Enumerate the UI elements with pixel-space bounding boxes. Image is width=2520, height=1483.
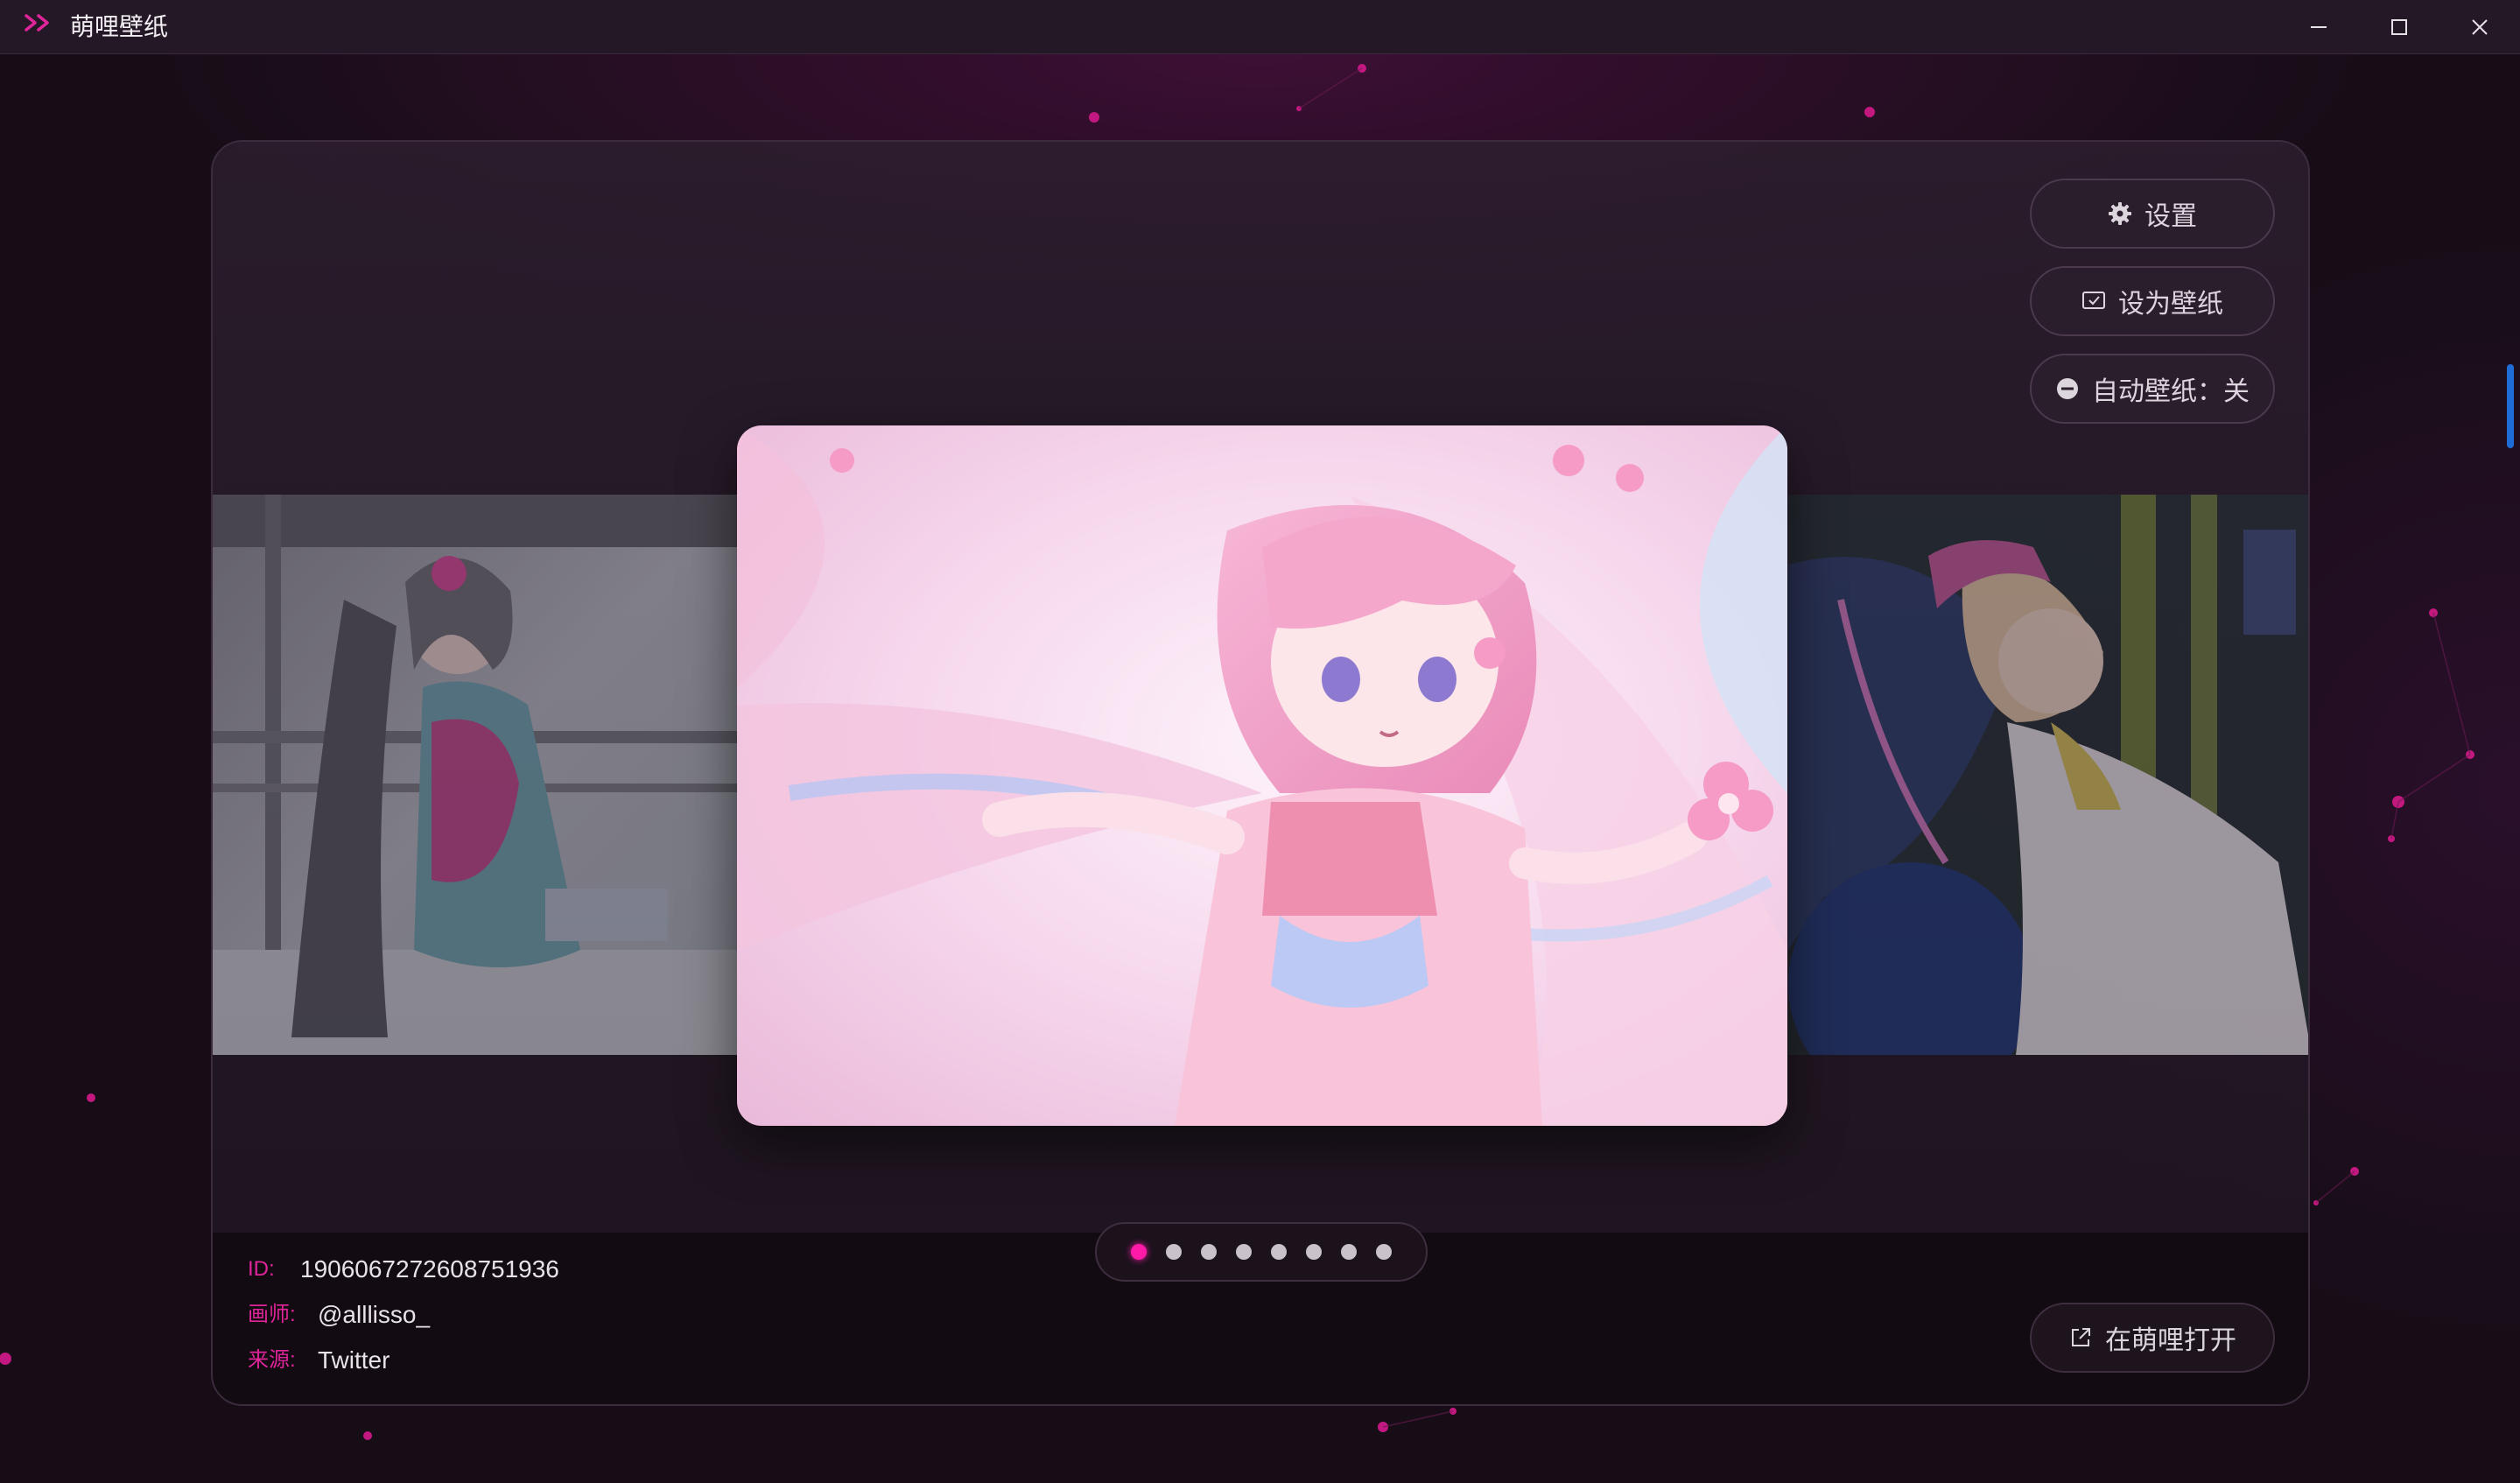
maximize-icon <box>2391 19 2407 35</box>
scrollbar-thumb[interactable] <box>2507 364 2514 448</box>
wallpaper-image-bunny-girl <box>1788 495 2308 1055</box>
pager-dot[interactable] <box>1306 1244 1322 1260</box>
carousel-pager <box>1095 1222 1428 1282</box>
title-bar: 萌哩壁纸 <box>0 0 2520 54</box>
wallpaper-image-kimono <box>213 495 738 1055</box>
pager-dot[interactable] <box>1236 1244 1252 1260</box>
open-in-mengli-label: 在萌哩打开 <box>2105 1326 2236 1355</box>
gear-icon <box>2109 202 2131 225</box>
minimize-icon <box>2311 26 2327 28</box>
monitor-check-icon <box>2082 292 2105 309</box>
maximize-button[interactable] <box>2359 0 2439 54</box>
auto-wallpaper-toggle[interactable]: 自动壁纸：关 <box>2030 354 2275 424</box>
wallpaper-carousel-card: 设置 设为壁纸 自动壁纸：关 ID: 1906067272608751936 画… <box>211 140 2310 1406</box>
current-wallpaper[interactable] <box>737 425 1787 1126</box>
next-wallpaper-preview[interactable] <box>1788 495 2308 1055</box>
auto-wallpaper-label: 自动壁纸：关 <box>2092 377 2250 406</box>
pager-dot[interactable] <box>1271 1244 1287 1260</box>
set-wallpaper-button[interactable]: 设为壁纸 <box>2030 266 2275 336</box>
wallpaper-image-sakura-girl <box>737 425 1787 1126</box>
pager-dot[interactable] <box>1201 1244 1217 1260</box>
open-in-mengli-button[interactable]: 在萌哩打开 <box>2030 1303 2275 1373</box>
info-artist-row: 画师: @alllisso_ <box>248 1297 430 1332</box>
minimize-button[interactable] <box>2278 0 2359 54</box>
info-source-row: 来源: Twitter <box>248 1343 390 1378</box>
source-key: 来源: <box>248 1348 296 1372</box>
minus-circle-icon <box>2057 378 2078 399</box>
pager-dot[interactable] <box>1131 1244 1147 1260</box>
settings-button[interactable]: 设置 <box>2030 179 2275 249</box>
app-logo-icon <box>25 14 49 32</box>
wallpaper-info-bar: ID: 1906067272608751936 画师: @alllisso_ 来… <box>213 1222 2308 1404</box>
previous-wallpaper-preview[interactable] <box>213 495 738 1055</box>
artist-value: @alllisso_ <box>318 1301 431 1328</box>
id-value: 1906067272608751936 <box>300 1255 559 1283</box>
id-key: ID: <box>248 1257 275 1281</box>
pager-dot[interactable] <box>1376 1244 1392 1260</box>
settings-label: 设置 <box>2144 202 2197 231</box>
info-id-row: ID: 1906067272608751936 <box>248 1252 559 1287</box>
window-title: 萌哩壁纸 <box>70 13 169 40</box>
pager-dot[interactable] <box>1341 1244 1357 1260</box>
source-value: Twitter <box>318 1346 390 1374</box>
close-button[interactable] <box>2439 0 2520 54</box>
artist-key: 画师: <box>248 1303 296 1326</box>
pager-dot[interactable] <box>1166 1244 1182 1260</box>
close-icon <box>2472 19 2488 35</box>
external-link-icon <box>2072 1328 2090 1346</box>
set-wallpaper-label: 设为壁纸 <box>2118 290 2223 319</box>
